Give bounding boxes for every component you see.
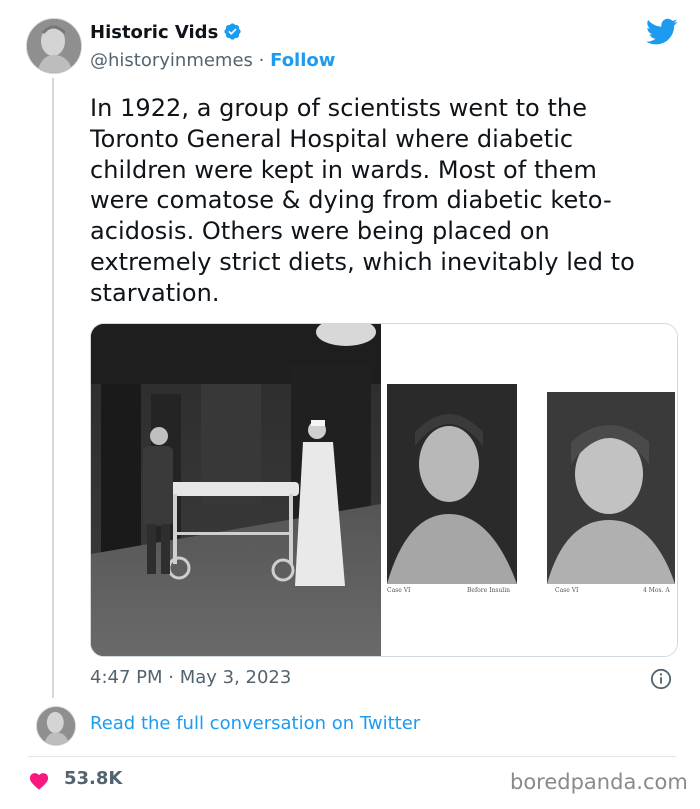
verified-badge-icon: [224, 23, 241, 40]
boredpanda-watermark: boredpanda.com: [510, 770, 688, 794]
bust-portrait-small-image: [37, 707, 75, 745]
author-name-text[interactable]: Historic Vids: [90, 22, 218, 43]
follow-button[interactable]: Follow: [270, 50, 335, 71]
caption-duration: 4 Mos. A: [643, 587, 670, 594]
caption-before-insulin: Before Insulin: [467, 587, 510, 594]
twitter-bird-icon[interactable]: [646, 18, 678, 46]
children-portraits-photo[interactable]: Case VI Before Insulin Case VI 4 Mos. A: [387, 324, 677, 656]
separator-dot: ·: [258, 50, 265, 71]
caption-case-left: Case VI: [387, 587, 411, 594]
author-avatar[interactable]: [26, 18, 82, 74]
like-count[interactable]: 53.8K: [64, 768, 122, 789]
heart-icon[interactable]: [28, 770, 50, 790]
read-conversation-link[interactable]: Read the full conversation on Twitter: [90, 713, 420, 734]
author-name[interactable]: Historic Vids: [90, 22, 242, 43]
handle-row: @historyinmemes · Follow: [90, 50, 335, 71]
children-portraits-image: [387, 324, 677, 656]
author-handle[interactable]: @historyinmemes: [90, 50, 253, 71]
hospital-ward-photo[interactable]: [91, 324, 381, 656]
hospital-ward-image: [91, 324, 381, 656]
thread-line: [52, 78, 54, 698]
bust-portrait-image: [27, 19, 81, 73]
conversation-avatar[interactable]: [36, 706, 76, 746]
tweet-media[interactable]: Case VI Before Insulin Case VI 4 Mos. A: [90, 323, 678, 657]
tweet-text: In 1922, a group of scientists went to t…: [90, 94, 635, 307]
caption-case-vi: Case VI: [555, 587, 579, 594]
divider: [28, 756, 676, 757]
info-icon[interactable]: [650, 668, 672, 690]
tweet-timestamp[interactable]: 4:47 PM · May 3, 2023: [90, 667, 291, 688]
